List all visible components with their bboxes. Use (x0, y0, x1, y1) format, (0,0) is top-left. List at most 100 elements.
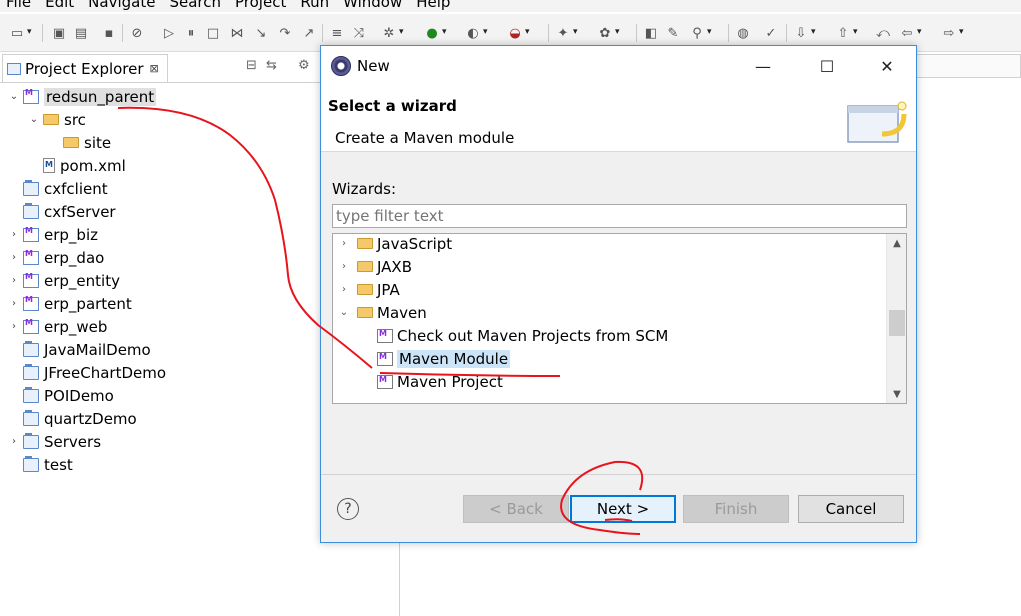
terminate-icon[interactable]: □ (204, 24, 222, 42)
tree-item[interactable]: › Servers (8, 430, 101, 453)
save-icon[interactable]: ▣ (50, 24, 68, 42)
close-icon[interactable]: ✕ (864, 46, 910, 86)
chevron-right-icon[interactable]: › (8, 298, 20, 309)
next-annotation-icon[interactable]: ⇩ (792, 24, 816, 42)
collapse-all-icon[interactable]: ⊟ (246, 58, 257, 73)
tree-item[interactable]: › erp_entity (8, 269, 120, 292)
menu-window[interactable]: Window (337, 0, 410, 12)
wizard-list-item-label: JPA (377, 280, 400, 299)
chevron-right-icon[interactable]: › (8, 275, 20, 286)
maximize-icon[interactable]: ☐ (804, 46, 850, 86)
open-task-icon[interactable]: ✎ (664, 24, 682, 42)
menu-navigate[interactable]: Navigate (82, 0, 163, 12)
chevron-right-icon[interactable]: › (337, 261, 351, 272)
chevron-right-icon[interactable]: › (8, 436, 20, 447)
suspend-icon[interactable]: ⏸ (182, 24, 200, 42)
new-java-project-icon[interactable]: ✦ (554, 24, 578, 42)
wizard-list[interactable]: › JavaScript › JAXB › JPA ⌄ Maven Check out Mave… (332, 233, 907, 404)
filter-input[interactable] (332, 204, 907, 228)
use-step-filters-icon[interactable]: ≡ (328, 24, 346, 42)
menu-run[interactable]: Run (294, 0, 337, 12)
help-icon[interactable]: ? (337, 498, 359, 520)
tree-item[interactable]: › erp_partent (8, 292, 132, 315)
tree-item[interactable]: test (8, 453, 73, 476)
project-icon (23, 386, 39, 403)
chevron-down-icon[interactable]: ⌄ (8, 91, 20, 102)
menu-search[interactable]: Search (163, 0, 229, 12)
wizard-list-item[interactable]: › JAXB (337, 255, 412, 278)
menu-help[interactable]: Help (410, 0, 458, 12)
chevron-right-icon[interactable]: › (8, 252, 20, 263)
tree-item[interactable]: POIDemo (8, 384, 114, 407)
tree-item[interactable]: pom.xml (28, 154, 126, 177)
editor-tab[interactable] (905, 54, 1021, 78)
chevron-right-icon[interactable]: › (337, 238, 351, 249)
wizard-list-item[interactable]: Maven Project (357, 370, 503, 393)
resume-icon[interactable]: ▷ (160, 24, 178, 42)
external-tools-icon[interactable]: ◒ (506, 24, 529, 42)
tree-item[interactable]: ⌄ redsun_parent (8, 85, 157, 108)
tree-item[interactable]: ⌄ src (28, 108, 86, 131)
previous-annotation-icon[interactable]: ⇧ (834, 24, 858, 42)
chevron-right-icon[interactable]: › (337, 284, 351, 295)
view-menu-icon[interactable]: ⚙ (298, 58, 310, 73)
new-icon[interactable]: ▭ (8, 24, 32, 42)
link-with-editor-icon[interactable]: ⇆ (266, 58, 277, 73)
tree-item[interactable]: quartzDemo (8, 407, 137, 430)
scroll-down-icon[interactable]: ▼ (887, 385, 906, 403)
menu-project[interactable]: Project (229, 0, 294, 12)
step-over-icon[interactable]: ↷ (276, 24, 294, 42)
chevron-right-icon[interactable]: › (8, 321, 20, 332)
forward-icon[interactable]: ⇨ (940, 24, 964, 42)
tree-item[interactable]: cxfServer (8, 200, 116, 223)
tree-item[interactable]: › erp_biz (8, 223, 98, 246)
tree-item[interactable]: JavaMailDemo (8, 338, 151, 361)
toolbar-separator (42, 24, 43, 42)
scroll-up-icon[interactable]: ▲ (887, 234, 906, 252)
search-icon[interactable]: ⚲ (688, 24, 711, 42)
scroll-thumb[interactable] (889, 310, 905, 336)
cancel-button[interactable]: Cancel (798, 495, 904, 523)
minimize-icon[interactable]: — (740, 46, 786, 86)
back-icon[interactable]: ⇦ (898, 24, 922, 42)
tree-item[interactable]: site (48, 131, 111, 154)
tab-project-explorer[interactable]: Project Explorer ⊠ (2, 54, 168, 82)
run-icon[interactable]: ● (423, 24, 446, 42)
toggle-icon[interactable]: ⤨ (350, 24, 368, 42)
back-button[interactable]: < Back (463, 495, 569, 523)
step-return-icon[interactable]: ↗ (300, 24, 318, 42)
new-wizard-dialog: New — ☐ ✕ Select a wizard Create a Maven… (320, 45, 917, 543)
chevron-right-icon[interactable]: › (8, 229, 20, 240)
chevron-down-icon[interactable]: ⌄ (337, 307, 351, 318)
toolbar-separator (636, 24, 637, 42)
finish-button[interactable]: Finish (683, 495, 789, 523)
run-coverage-icon[interactable]: ◐ (464, 24, 487, 42)
tree-item[interactable]: › erp_dao (8, 246, 104, 269)
next-button[interactable]: Next > (570, 495, 676, 523)
save-all-icon[interactable]: ▤ (72, 24, 90, 42)
chevron-down-icon[interactable]: ⌄ (28, 114, 40, 125)
skip-breakpoints-icon[interactable]: ⊘ (128, 24, 146, 42)
menu-file[interactable]: File (0, 0, 39, 12)
wizard-list-item[interactable]: Check out Maven Projects from SCM (357, 324, 668, 347)
tree-item[interactable]: › erp_web (8, 315, 107, 338)
globe-icon[interactable]: ◍ (734, 24, 752, 42)
new-class-icon[interactable]: ✿ (596, 24, 620, 42)
wizard-list-item[interactable]: ⌄ Maven (337, 301, 427, 324)
disconnect-icon[interactable]: ⋈ (228, 24, 246, 42)
run-server-icon[interactable]: ✓ (762, 24, 780, 42)
wizard-list-item[interactable]: › JavaScript (337, 234, 452, 255)
wizard-list-item[interactable]: Maven Module (357, 347, 511, 370)
last-edit-icon[interactable]: ⤺ (874, 24, 892, 42)
menu-edit[interactable]: Edit (39, 0, 82, 12)
list-scrollbar[interactable]: ▲ ▼ (886, 234, 906, 403)
open-type-icon[interactable]: ◧ (642, 24, 660, 42)
wizard-list-item[interactable]: › JPA (337, 278, 400, 301)
debug-icon[interactable]: ✲ (380, 24, 404, 42)
terminal-icon[interactable]: ▪ (100, 24, 118, 42)
tree-item[interactable]: cxfclient (8, 177, 108, 200)
step-into-icon[interactable]: ↘ (252, 24, 270, 42)
tree-item[interactable]: JFreeChartDemo (8, 361, 166, 384)
close-icon[interactable]: ⊠ (150, 62, 159, 75)
tree-item-label: src (64, 110, 86, 129)
